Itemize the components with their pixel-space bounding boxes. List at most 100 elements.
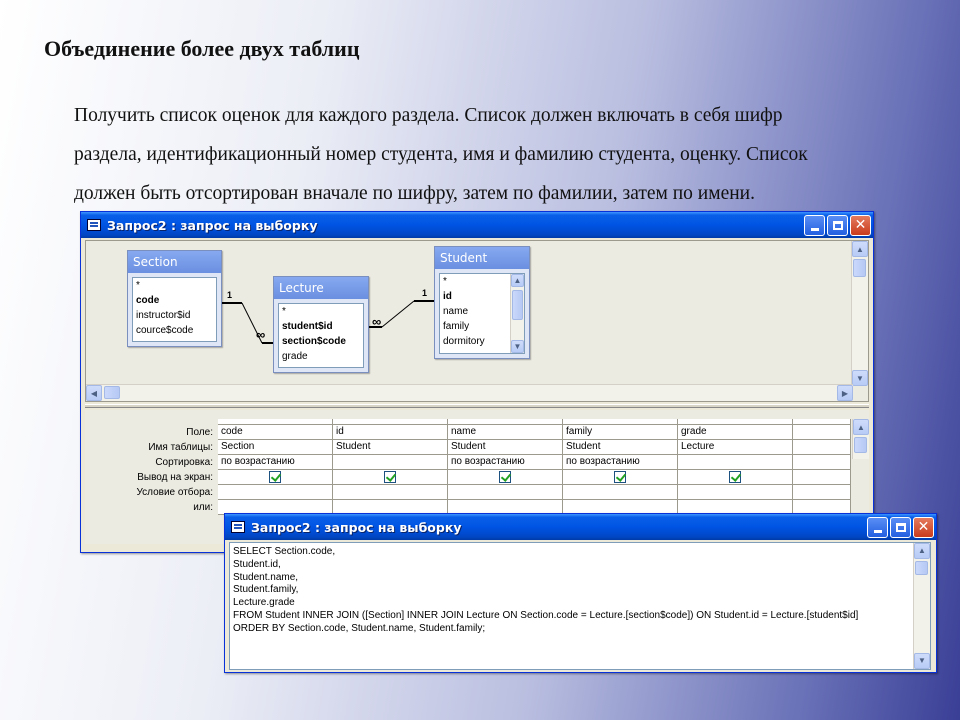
scroll-down-icon[interactable]: ▼	[511, 340, 524, 353]
show-checkbox[interactable]	[499, 471, 511, 483]
table-box-title[interactable]: Student	[435, 247, 529, 269]
field-item-key[interactable]: section$code	[279, 334, 363, 349]
field-item[interactable]: *	[279, 304, 363, 319]
minimize-button[interactable]	[804, 214, 825, 236]
grid-field-cell[interactable]: grade	[678, 425, 793, 440]
close-button[interactable]: ✕	[850, 214, 871, 236]
scroll-thumb[interactable]	[853, 259, 866, 277]
grid-criteria-cell[interactable]	[678, 485, 793, 500]
field-item[interactable]: instructor$id	[133, 308, 216, 323]
grid-table-cell[interactable]: Lecture	[678, 440, 793, 455]
design-pane-hscroll[interactable]: ◀ ▶	[86, 384, 853, 401]
grid-table-cell[interactable]: Student	[333, 440, 448, 455]
grid-sort-cell[interactable]: по возрастанию	[563, 455, 678, 470]
pane-splitter[interactable]	[85, 404, 869, 408]
maximize-button[interactable]	[890, 516, 911, 538]
grid-field-cell[interactable]	[793, 425, 851, 440]
sql-vscroll[interactable]: ▲ ▼	[913, 543, 930, 669]
grid-row-label: или:	[193, 502, 213, 513]
sql-window-titlebar[interactable]: Запрос2 : запрос на выборку ✕	[225, 514, 936, 540]
sql-view-window: Запрос2 : запрос на выборку ✕ SELECT Sec…	[224, 513, 937, 673]
field-list-scrollbar[interactable]: ▲ ▼	[510, 274, 524, 353]
scroll-left-icon[interactable]: ◀	[86, 385, 102, 401]
grid-table-cell[interactable]: Student	[448, 440, 563, 455]
field-item[interactable]: grade	[279, 349, 363, 364]
description-line: раздела, идентификационный номер студент…	[74, 144, 808, 165]
field-list[interactable]: * student$id section$code grade	[278, 303, 364, 368]
scroll-down-icon[interactable]: ▼	[852, 370, 868, 386]
field-item-key[interactable]: student$id	[279, 319, 363, 334]
sql-editor[interactable]: SELECT Section.code, Student.id, Student…	[229, 542, 931, 670]
scroll-thumb[interactable]	[854, 437, 867, 453]
minimize-icon	[873, 529, 882, 533]
sql-window-title: Запрос2 : запрос на выборку	[251, 519, 462, 535]
query-icon	[231, 521, 245, 533]
grid-show-cell[interactable]	[678, 470, 793, 485]
table-design-pane[interactable]: 1 ∞ ∞ 1 Section * code instructor$id cou…	[85, 240, 869, 402]
sql-line: Student.id,	[233, 558, 281, 570]
scroll-up-icon[interactable]: ▲	[914, 543, 930, 559]
scroll-up-icon[interactable]: ▲	[511, 274, 524, 287]
grid-sort-cell[interactable]	[678, 455, 793, 470]
field-item[interactable]: *	[133, 278, 216, 293]
show-checkbox[interactable]	[614, 471, 626, 483]
table-box-title[interactable]: Section	[128, 251, 221, 273]
grid-sort-cell[interactable]: по возрастанию	[448, 455, 563, 470]
grid-criteria-cell[interactable]	[563, 485, 678, 500]
grid-criteria-cell[interactable]	[218, 485, 333, 500]
field-list[interactable]: * code instructor$id cource$code	[132, 277, 217, 342]
show-checkbox[interactable]	[269, 471, 281, 483]
scroll-thumb[interactable]	[104, 386, 120, 399]
grid-criteria-cell[interactable]	[448, 485, 563, 500]
scroll-right-icon[interactable]: ▶	[837, 385, 853, 401]
show-checkbox[interactable]	[729, 471, 741, 483]
grid-table-cell[interactable]	[793, 440, 851, 455]
slide-description: Получить список оценок для каждого разде…	[74, 96, 894, 213]
grid-vscroll[interactable]: ▲	[852, 419, 869, 459]
field-item[interactable]: cource$code	[133, 323, 216, 338]
grid-show-cell[interactable]	[793, 470, 851, 485]
grid-row-label: Условие отбора:	[136, 487, 213, 498]
grid-show-cell[interactable]	[333, 470, 448, 485]
grid-table-cell[interactable]: Section	[218, 440, 333, 455]
maximize-button[interactable]	[827, 214, 848, 236]
show-checkbox[interactable]	[384, 471, 396, 483]
relation-one-label: 1	[422, 288, 428, 298]
grid-show-cell[interactable]	[218, 470, 333, 485]
grid-show-cell[interactable]	[448, 470, 563, 485]
relation-many-label: ∞	[256, 327, 266, 342]
grid-field-cell[interactable]: id	[333, 425, 448, 440]
grid-sort-cell[interactable]: по возрастанию	[218, 455, 333, 470]
grid-show-cell[interactable]	[563, 470, 678, 485]
relation-one-label: 1	[227, 290, 233, 300]
table-box-student[interactable]: Student * id name family dormitory ▲ ▼	[434, 246, 530, 359]
design-pane-vscroll[interactable]: ▲ ▼	[851, 241, 868, 386]
close-button[interactable]: ✕	[913, 516, 934, 538]
sql-line: FROM Student INNER JOIN ([Section] INNER…	[233, 609, 859, 621]
table-box-title[interactable]: Lecture	[274, 277, 368, 299]
grid-criteria-cell[interactable]	[793, 485, 851, 500]
table-box-lecture[interactable]: Lecture * student$id section$code grade	[273, 276, 369, 373]
field-list[interactable]: * id name family dormitory ▲ ▼	[439, 273, 525, 354]
field-item-key[interactable]: code	[133, 293, 216, 308]
grid-field-cell[interactable]: family	[563, 425, 678, 440]
grid-sort-cell[interactable]	[793, 455, 851, 470]
minimize-button[interactable]	[867, 516, 888, 538]
table-box-section[interactable]: Section * code instructor$id cource$code	[127, 250, 222, 347]
scroll-thumb[interactable]	[512, 290, 523, 320]
maximize-icon	[895, 522, 906, 532]
query-design-window: Запрос2 : запрос на выборку ✕ 1 ∞ ∞ 1 Se…	[80, 211, 874, 553]
grid-table-cell[interactable]: Student	[563, 440, 678, 455]
scroll-down-icon[interactable]: ▼	[914, 653, 930, 669]
grid-criteria-cell[interactable]	[333, 485, 448, 500]
grid-sort-cell[interactable]	[333, 455, 448, 470]
scroll-thumb[interactable]	[915, 561, 928, 575]
scroll-up-icon[interactable]: ▲	[852, 241, 868, 257]
sql-line: SELECT Section.code,	[233, 546, 336, 557]
grid-field-cell[interactable]: name	[448, 425, 563, 440]
scroll-up-icon[interactable]: ▲	[853, 419, 869, 435]
grid-field-cell[interactable]: code	[218, 425, 333, 440]
maximize-icon	[832, 220, 843, 230]
design-window-titlebar[interactable]: Запрос2 : запрос на выборку ✕	[81, 212, 873, 238]
sql-line: Lecture.grade	[233, 597, 295, 609]
